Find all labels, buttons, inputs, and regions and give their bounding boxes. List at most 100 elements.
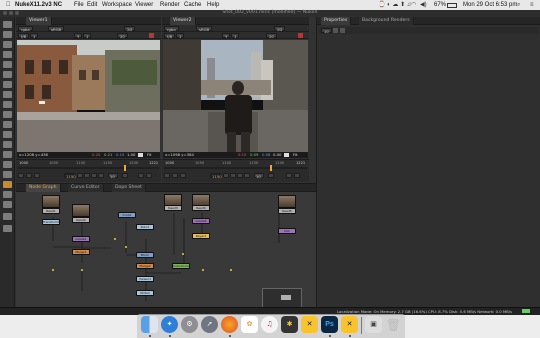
crop-node[interactable]: Crop1	[118, 212, 136, 218]
viewer1-play-back-icon[interactable]	[84, 173, 90, 178]
colorcorrect-node[interactable]: ColorCorrect1	[172, 263, 190, 269]
node-graph-navigator[interactable]	[262, 288, 302, 308]
views-nodes-icon[interactable]	[3, 141, 12, 148]
viewer2-play-back-icon[interactable]	[230, 173, 236, 178]
menu-list-icon[interactable]: ≡	[530, 2, 534, 8]
nuke-icon[interactable]: ✕	[341, 316, 358, 333]
ocula-nodes-icon[interactable]	[3, 191, 12, 198]
viewer2-last-frame-icon[interactable]	[244, 173, 250, 178]
viewer1-playhead[interactable]	[124, 165, 126, 171]
transform-node[interactable]: Transform1	[42, 219, 60, 225]
dot-node[interactable]	[182, 253, 184, 255]
battery-percent[interactable]: 67%	[434, 2, 446, 8]
viewer2-image[interactable]	[163, 40, 308, 152]
dot-node[interactable]	[125, 246, 127, 248]
viewer2-capture-icon[interactable]	[286, 173, 292, 178]
viewer1-current-frame[interactable]: 1150	[64, 173, 76, 178]
menu-render[interactable]: Render	[160, 2, 180, 8]
viewer1-play-forward-icon[interactable]	[91, 173, 97, 178]
lock-panels-icon[interactable]	[333, 28, 338, 33]
merge-node[interactable]: Merge2	[136, 263, 154, 269]
itunes-icon[interactable]: ♫	[261, 316, 278, 333]
image-nodes-icon[interactable]	[3, 21, 12, 28]
dot-node[interactable]	[230, 269, 232, 271]
viewer2-time-ruler[interactable]	[164, 167, 307, 169]
draw-nodes-icon[interactable]	[3, 31, 12, 38]
viewer1-channels-select[interactable]: rgba	[18, 26, 33, 31]
viewer1-lock-range-icon[interactable]	[34, 173, 40, 178]
viewer1-frame-field[interactable]: 20	[117, 33, 128, 38]
viewer1-first-frame-icon[interactable]	[77, 173, 83, 178]
trash-icon[interactable]: 🗑	[385, 316, 402, 333]
dot-node[interactable]	[202, 269, 204, 271]
firefox-icon[interactable]	[221, 316, 238, 333]
viewer2-step-field[interactable]: 10	[254, 173, 264, 178]
viewer1-step-field[interactable]: 10	[108, 173, 118, 178]
viewer1-gain-label[interactable]: f/8	[18, 33, 30, 38]
menu-workspace[interactable]: Workspace	[102, 2, 132, 8]
viewer2-y-toggle[interactable]: Y	[222, 33, 231, 38]
transform-nodes-icon[interactable]	[3, 101, 12, 108]
viewer1-playback-mode-icon[interactable]	[146, 173, 152, 178]
tab-properties[interactable]: Properties	[321, 17, 352, 25]
other-nodes-icon[interactable]	[3, 171, 12, 178]
viewer2-gamma-value[interactable]: 1	[231, 33, 240, 38]
menu-edit[interactable]: Edit	[87, 2, 97, 8]
filter-nodes-icon[interactable]	[3, 71, 12, 78]
tab-node-graph[interactable]: Node Graph	[26, 184, 61, 192]
read-node-thumbnail[interactable]	[72, 204, 90, 217]
viewer1-zoom-label[interactable]: Fit	[147, 153, 151, 157]
dot-node[interactable]	[114, 238, 116, 240]
dot-node[interactable]	[52, 269, 54, 271]
read-node[interactable]: Read5	[278, 208, 296, 214]
photos-icon[interactable]: ✿	[241, 316, 258, 333]
toolsets-icon[interactable]	[3, 161, 12, 168]
blur-node[interactable]: Blur1	[136, 252, 154, 258]
deep-nodes-icon[interactable]	[3, 131, 12, 138]
viewer2-current-frame[interactable]: 1150	[210, 173, 222, 178]
roto-node[interactable]: Roto1	[136, 224, 154, 230]
tab-background-renders[interactable]: Background Renders	[359, 17, 414, 25]
viewer2-loop-icon[interactable]	[268, 173, 274, 178]
viewer2-gain-value[interactable]: 1	[176, 33, 185, 38]
viewer2-channels-select[interactable]: rgba	[164, 26, 179, 31]
viewer1-clip-warning-icon[interactable]	[149, 33, 154, 38]
viewer1-timeline[interactable]: 1000 1050 1100 1150 1200 1221 1150 10	[16, 159, 161, 182]
metadata-nodes-icon[interactable]	[3, 151, 12, 158]
write-node[interactable]: Write1	[136, 290, 154, 296]
final-cut-icon[interactable]: ✱	[281, 316, 298, 333]
viewer2-play-forward-icon[interactable]	[237, 173, 243, 178]
grade-node[interactable]: Grade2	[192, 218, 210, 224]
viewer2-first-frame-icon[interactable]	[223, 173, 229, 178]
viewer2-frame-field[interactable]: 20	[266, 33, 277, 38]
viewer2-fps-field[interactable]	[164, 173, 170, 178]
keyer-node[interactable]: Keyer1	[192, 233, 210, 239]
time-nodes-icon[interactable]	[3, 41, 12, 48]
read-node[interactable]: Read1	[42, 208, 60, 214]
status-menu-icons[interactable]: ⌚ ◐ ☁ ⬆ ♫	[378, 2, 411, 8]
grade-node[interactable]: Grade1	[72, 236, 90, 242]
viewer2-colorspace-select[interactable]: sRGB	[196, 26, 213, 31]
read-node[interactable]: Read2	[72, 217, 90, 223]
viewer1-time-ruler[interactable]	[18, 167, 159, 169]
keyer-nodes-icon[interactable]	[3, 81, 12, 88]
app-menu-name[interactable]: NukeX11.2v3 NC	[15, 2, 62, 8]
viewer2-in-point-icon[interactable]	[172, 173, 178, 178]
apple-menu[interactable]: 	[6, 2, 11, 8]
clear-panels-icon[interactable]	[340, 28, 345, 33]
viewer1-gamma-value[interactable]: 1	[83, 33, 92, 38]
read-node-thumbnail[interactable]	[278, 195, 296, 208]
volume-icon[interactable]: ◀)	[420, 2, 427, 8]
preview-icon[interactable]: ▣	[365, 316, 382, 333]
viewer2-view-select[interactable]: 2D	[274, 26, 286, 31]
viewer2-timeline[interactable]: 1000 1050 1100 1150 1200 1221 1150 10	[162, 159, 309, 182]
furnace-nodes-icon[interactable]	[3, 181, 12, 188]
viewer1-colorspace-select[interactable]: sRGB	[48, 26, 65, 31]
read-node-thumbnail[interactable]	[42, 195, 60, 208]
viewer1-last-frame-icon[interactable]	[98, 173, 104, 178]
finder-icon[interactable]	[141, 316, 158, 333]
viewer2-playback-mode-icon[interactable]	[294, 173, 300, 178]
tab-curve-editor[interactable]: Curve Editor	[68, 184, 104, 192]
nuke-icon-secondary[interactable]: ✕	[301, 316, 318, 333]
tab-dope-sheet[interactable]: Dope Sheet	[112, 184, 146, 192]
